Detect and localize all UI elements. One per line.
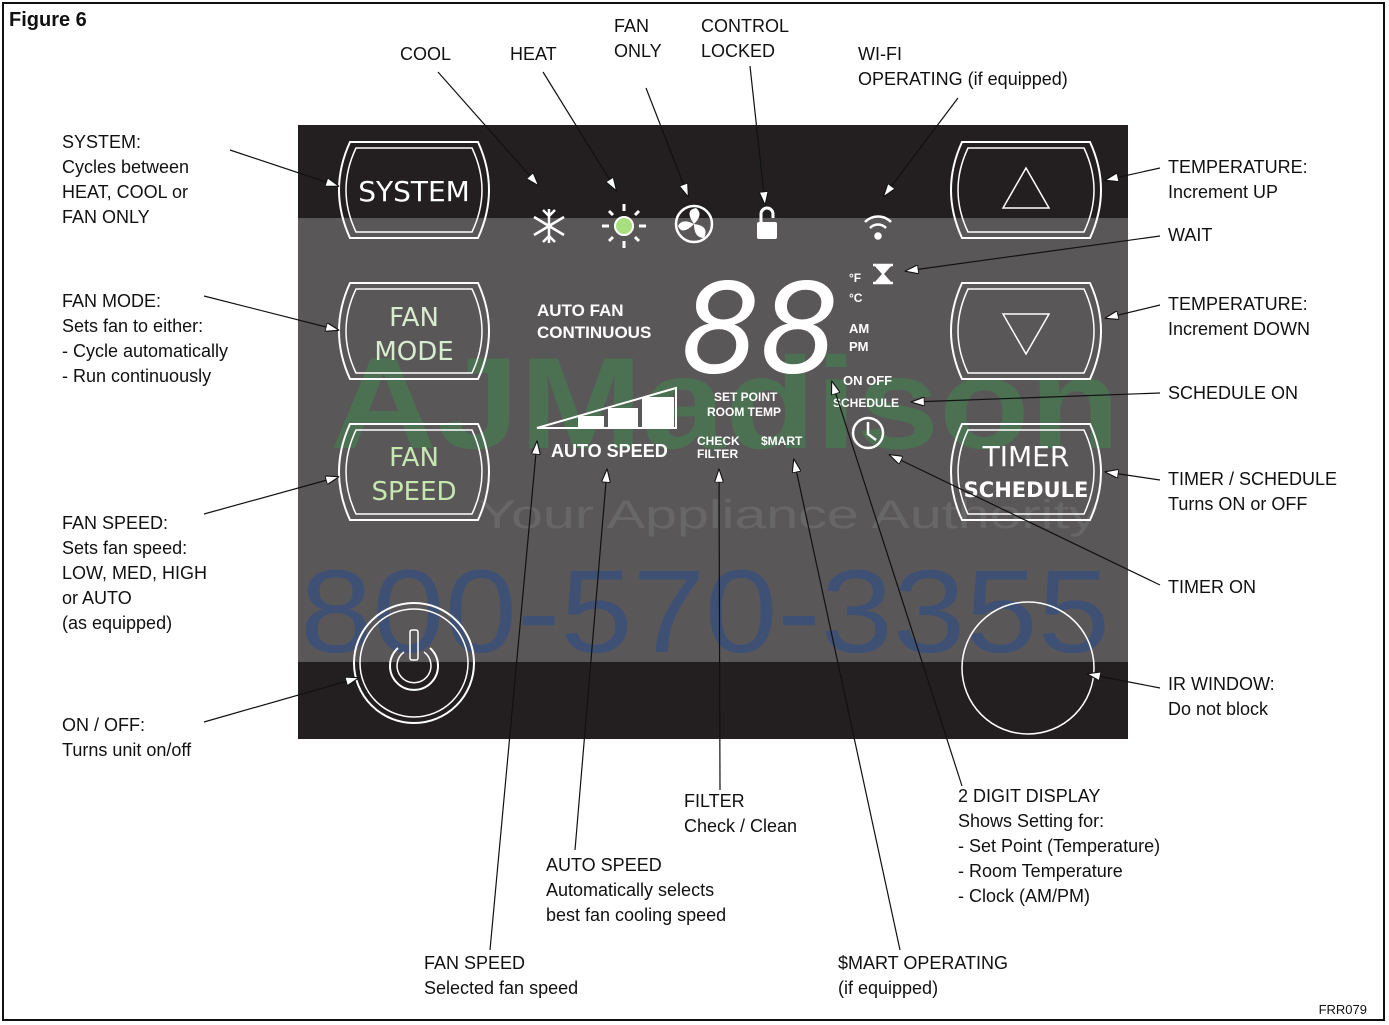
fan-mode-label-2: MODE [374, 337, 453, 367]
callout-fan-speed-selected: FAN SPEED Selected fan speed [424, 953, 579, 998]
up-triangle-icon [1001, 166, 1051, 209]
pm-label: PM [849, 339, 869, 354]
wifi-icon [864, 215, 892, 240]
auto-speed-label: AUTO SPEED [551, 441, 668, 461]
filter-indicator-label: FILTER [697, 447, 738, 461]
schedule-label: SCHEDULE [964, 478, 1089, 502]
callout-system: SYSTEM: Cycles between HEAT, COOL or FAN ON… [62, 132, 190, 227]
set-point-label: SET POINT [714, 390, 778, 404]
callout-temp-down: TEMPERATURE: Increment DOWN [1168, 294, 1311, 339]
snowflake-icon [533, 209, 565, 243]
callout-temp-up: TEMPERATURE: Increment UP [1168, 157, 1308, 202]
room-temp-label: ROOM TEMP [707, 405, 781, 419]
callout-wait: WAIT [1168, 225, 1213, 245]
smart-label: $MART [761, 434, 803, 448]
callout-auto-speed: AUTO SPEED Automatically selects best fan … [546, 855, 727, 925]
fan-icon [674, 204, 714, 244]
callout-fan-only: FAN ONLY [614, 16, 662, 61]
am-label: AM [849, 321, 869, 336]
fan-mode-label-1: FAN [389, 303, 439, 333]
system-button[interactable]: SYSTEM [338, 141, 490, 239]
callout-fan-mode: FAN MODE: Sets fan to either: - Cycle auto… [62, 291, 229, 386]
fan-speed-label-1: FAN [389, 443, 439, 473]
callout-schedule-on: SCHEDULE ON [1168, 383, 1299, 403]
callout-timer-on: TIMER ON [1168, 577, 1256, 597]
lock-icon [757, 206, 777, 239]
callout-filter: FILTER Check / Clean [684, 791, 798, 836]
callout-two-digit-display: 2 DIGIT DISPLAY Shows Setting for: - Set P… [958, 786, 1161, 906]
callout-on-off: ON / OFF: Turns unit on/off [62, 715, 192, 760]
hourglass-icon [873, 263, 893, 285]
display-digits: 88 [681, 258, 839, 402]
check-label: CHECK [697, 434, 740, 448]
callout-smart-operating: $MART OPERATING (if equipped) [838, 953, 1009, 998]
on-off-label: ON OFF [843, 373, 892, 388]
sun-icon [602, 204, 646, 248]
fan-speed-label-2: SPEED [371, 477, 456, 507]
schedule-indicator-label: SCHEDULE [833, 396, 899, 410]
callout-fan-speed: FAN SPEED: Sets fan speed: LOW, MED, HIGH o… [62, 513, 208, 633]
figure-page: { "figure": { "title": "Figure 6", "code… [0, 0, 1389, 1025]
continuous-label: CONTINUOUS [537, 323, 651, 342]
timer-label: TIMER [982, 440, 1070, 473]
callout-ir-window: IR WINDOW: Do not block [1168, 674, 1275, 719]
watermark-phone: 800-570-3355 [300, 546, 1110, 678]
auto-fan-label: AUTO FAN [537, 301, 624, 320]
temp-up-button[interactable] [950, 141, 1102, 239]
callout-cool: COOL [400, 44, 452, 64]
unit-c-label: °C [849, 291, 863, 305]
callout-control-locked: CONTROL LOCKED [701, 16, 790, 61]
unit-f-label: °F [849, 271, 861, 285]
callout-heat: HEAT [510, 44, 557, 64]
system-button-label: SYSTEM [358, 175, 470, 208]
callout-wifi: WI-FI OPERATING (if equipped) [858, 44, 1068, 89]
callout-timer-schedule: TIMER / SCHEDULE Turns ON or OFF [1168, 469, 1338, 514]
